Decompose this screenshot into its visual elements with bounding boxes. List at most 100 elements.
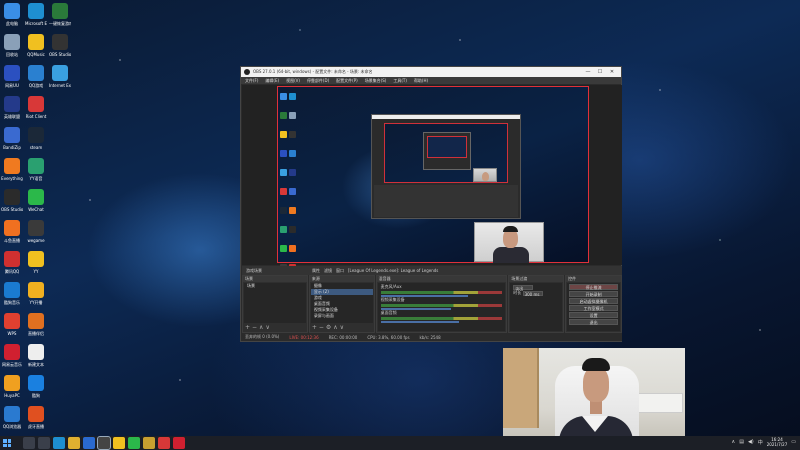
maximize-icon[interactable]: ☐ [594,69,606,75]
desktop-icon[interactable]: WPS [1,313,23,336]
clock[interactable]: 16:24 2021/7/27 [767,437,788,447]
start-button[interactable] [0,436,14,450]
obs-title-bar[interactable]: OBS 27.0.1 (64-bit, windows) - 配置文件: 未命名… [241,67,621,77]
app-icon [4,375,20,391]
transition-type-select[interactable]: 淡出 [513,284,534,291]
desktop-icon[interactable]: 酷狗 [25,375,47,398]
desktop-icon[interactable]: 英雄联盟 [1,96,23,119]
duration-input[interactable]: 300 ms [522,290,543,297]
desktop-icon[interactable]: 一键恢复游戏 [49,3,71,26]
control-button[interactable]: 设置 [569,312,618,318]
taskbar-qq-music-icon[interactable] [113,437,125,449]
notification-icon[interactable]: ▭ [791,439,796,445]
taskbar-lol-icon[interactable] [143,437,155,449]
control-button[interactable]: 停止推流 [569,284,618,290]
desktop-icon[interactable]: QQMusic [25,34,47,57]
control-button[interactable]: 退出 [569,319,618,325]
desktop-icon[interactable]: steam [25,127,47,150]
desktop-icon-label: 网易UU [5,83,19,88]
controls-dock: 控件 停止推流 开始录制 启动虚拟摄像机 工作室模式 设置 退出 [565,275,622,333]
desktop-icon[interactable]: Riot Client [25,96,47,119]
taskbar-store-icon[interactable] [83,437,95,449]
filters-button[interactable]: 滤镜 [324,268,332,274]
taskbar-netease-music-icon[interactable] [173,437,185,449]
menu-item[interactable]: 编辑(E) [265,78,279,84]
control-button[interactable]: 开始录制 [569,291,618,297]
taskbar-riot-icon[interactable] [158,437,170,449]
app-icon [4,34,20,50]
taskbar-wechat-icon[interactable] [128,437,140,449]
desktop-icon[interactable]: 网易云音乐 [1,344,23,367]
desktop-icon[interactable]: 腾讯QQ [1,251,23,274]
minimize-icon[interactable]: — [582,69,594,75]
desktop-icon[interactable]: OBS Studio [1,189,23,212]
scenes-toolbar[interactable]: +−∧∨ [245,324,272,331]
menu-item[interactable]: 视图(V) [286,78,300,84]
menu-item[interactable]: 工具(T) [393,78,407,84]
volume-slider[interactable] [380,321,459,323]
mixer-channels: 麦克风/Aux 视频采集设备 桌面音频 [377,283,506,331]
taskbar-edge-icon[interactable] [53,437,65,449]
desktop-icon[interactable]: QQ游戏 [25,65,47,88]
control-button[interactable]: 工作室模式 [569,305,618,311]
preview-mini-icon [280,131,287,138]
control-button[interactable]: 启动虚拟摄像机 [569,298,618,304]
menu-item[interactable]: 场景集合(S) [365,78,387,84]
desktop-icon[interactable]: QQ浏览器 [1,406,23,429]
stream-preview[interactable] [277,86,589,271]
preview-mini-icon [280,150,287,157]
app-icon [28,313,44,329]
taskbar-explorer-icon[interactable] [68,437,80,449]
obs-docks: 场景 场景 +−∧∨ 来源 摄像 显示 (2) 游戏 桌面音频 视频采集设备 录屏与画面 … [242,275,622,333]
ime-icon[interactable]: 中 [758,439,763,446]
volume-icon[interactable]: ◀) [748,439,754,445]
transition-duration-row: 时长 300 ms [510,289,562,297]
desktop-icon[interactable]: 新建文本 [25,344,47,367]
desktop-icon[interactable]: Microsoft Edge [25,3,47,26]
desktop-icon[interactable]: 网易UU [1,65,23,88]
taskbar-task-view-icon[interactable] [38,437,50,449]
chevron-up-icon[interactable]: ∧ [732,439,736,445]
desktop-icon-label: 网易云音乐 [2,362,22,367]
desktop-icon[interactable]: YY开播 [25,282,47,305]
preview-area [242,85,622,271]
desktop-icon[interactable]: HuyaPC [1,375,23,398]
desktop-icon[interactable]: 酷狗音乐 [1,282,23,305]
taskbar-obs-icon[interactable] [97,436,111,450]
desktop-icon[interactable]: Internet Explorer [49,65,71,88]
app-icon [28,220,44,236]
desktop-icon[interactable]: Everything [1,158,23,181]
clock-date: 2021/7/27 [766,442,788,447]
window-capture-select[interactable]: [League Of Legends.exe]: League of Legen… [348,268,438,273]
desktop-icon[interactable]: 直播伴侣 [25,313,47,336]
desktop-icon-label: QQ游戏 [28,83,44,88]
desktop-icon-label: YY [33,269,39,274]
desktop-icon-label: 直播伴侣 [28,331,44,336]
source-item[interactable]: 录屏与画面 [311,313,373,319]
menu-item[interactable]: 文件(F) [245,78,258,84]
mixer-dock-title: 混音器 [376,276,507,282]
desktop-icon[interactable]: BandiZip [1,127,23,150]
properties-button[interactable]: 属性 [312,268,320,274]
desktop-icon[interactable]: 斗鱼直播 [1,220,23,243]
sources-toolbar[interactable]: +−⚙∧∨ [312,324,346,331]
nested-preview-2 [427,136,467,158]
mixer-channel: 麦克风/Aux [378,283,506,297]
desktop-icon[interactable]: WeChat [25,189,47,212]
close-icon[interactable]: ✕ [606,69,618,75]
menu-item[interactable]: 配置文件(P) [336,78,358,84]
desktop-icon[interactable]: wegame [25,220,47,243]
desktop-icon[interactable]: OBS Studio [49,34,71,57]
desktop-icon[interactable]: 回收站 [1,34,23,57]
volume-meter [380,317,503,320]
taskbar-search-icon[interactable] [23,437,35,449]
webcam-door [503,348,539,428]
desktop-icon[interactable]: YY语音 [25,158,47,181]
network-icon[interactable]: ▤ [739,439,744,445]
scene-item[interactable]: 场景 [244,283,306,289]
menu-item[interactable]: 停靠部件(D) [307,78,329,84]
desktop-icon[interactable]: YY [25,251,47,274]
menu-item[interactable]: 帮助(H) [414,78,428,84]
desktop-icon[interactable]: 此电脑 [1,3,23,26]
desktop-icon[interactable]: 虎牙直播 [25,406,47,429]
